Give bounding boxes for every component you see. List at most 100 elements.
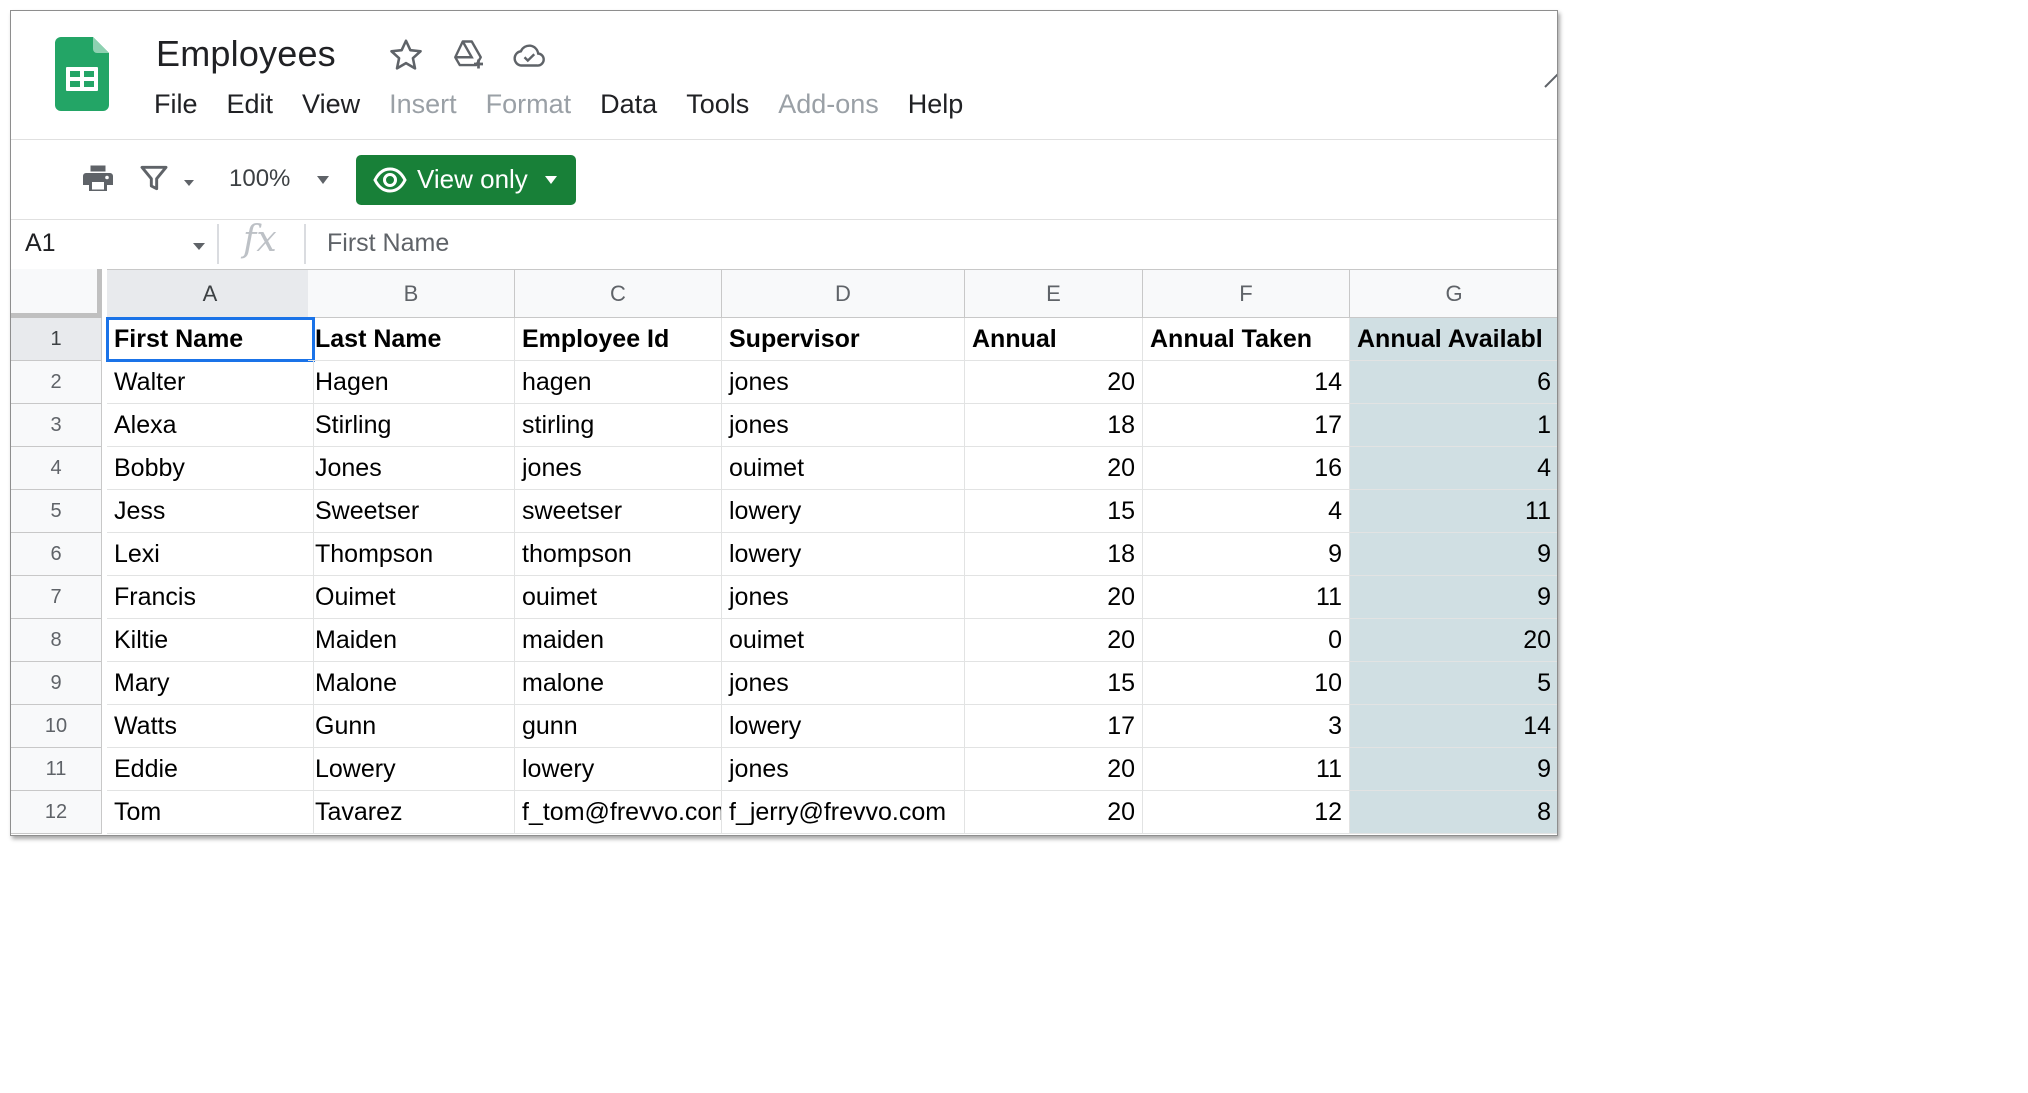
cell-f1[interactable]: Annual Taken: [1143, 318, 1350, 361]
cell-g5[interactable]: 11: [1350, 490, 1557, 533]
column-header-a[interactable]: A: [107, 269, 314, 318]
cell-a11[interactable]: Eddie: [107, 748, 314, 791]
column-header-f[interactable]: F: [1143, 269, 1350, 318]
cell-g9[interactable]: 5: [1350, 662, 1557, 705]
cell-e4[interactable]: 20: [965, 447, 1143, 490]
cell-e12[interactable]: 20: [965, 791, 1143, 834]
cell-e3[interactable]: 18: [965, 404, 1143, 447]
cell-d10[interactable]: lowery: [722, 705, 965, 748]
menu-add-ons[interactable]: Add-ons: [778, 89, 893, 120]
cell-e10[interactable]: 17: [965, 705, 1143, 748]
cell-d4[interactable]: ouimet: [722, 447, 965, 490]
cell-c3[interactable]: stirling: [515, 404, 722, 447]
cell-g6[interactable]: 9: [1350, 533, 1557, 576]
document-title[interactable]: Employees: [156, 33, 336, 75]
row-header-4[interactable]: 4: [11, 447, 102, 490]
cell-c8[interactable]: maiden: [515, 619, 722, 662]
row-header-1[interactable]: 1: [11, 318, 102, 361]
cell-g4[interactable]: 4: [1350, 447, 1557, 490]
cell-g1[interactable]: Annual Availabl: [1350, 318, 1557, 361]
print-icon[interactable]: [79, 161, 117, 197]
cell-a8[interactable]: Kiltie: [107, 619, 314, 662]
menu-format[interactable]: Format: [486, 89, 586, 120]
cell-a12[interactable]: Tom: [107, 791, 314, 834]
column-header-g[interactable]: G: [1350, 269, 1557, 318]
menu-edit[interactable]: Edit: [227, 89, 288, 120]
cell-a10[interactable]: Watts: [107, 705, 314, 748]
cell-a4[interactable]: Bobby: [107, 447, 314, 490]
cell-a1[interactable]: First Name: [106, 317, 315, 362]
menu-view[interactable]: View: [302, 89, 374, 120]
name-box-chevron-down-icon[interactable]: [192, 242, 206, 251]
cell-c4[interactable]: jones: [515, 447, 722, 490]
cell-c6[interactable]: thompson: [515, 533, 722, 576]
cell-f8[interactable]: 0: [1143, 619, 1350, 662]
cloud-status-icon[interactable]: [511, 37, 547, 73]
cell-f10[interactable]: 3: [1143, 705, 1350, 748]
cell-f2[interactable]: 14: [1143, 361, 1350, 404]
cell-a6[interactable]: Lexi: [107, 533, 314, 576]
cell-d11[interactable]: jones: [722, 748, 965, 791]
menu-insert[interactable]: Insert: [389, 89, 471, 120]
cell-a9[interactable]: Mary: [107, 662, 314, 705]
cell-f5[interactable]: 4: [1143, 490, 1350, 533]
cell-b10[interactable]: Gunn: [308, 705, 515, 748]
select-all-corner[interactable]: [11, 269, 102, 318]
cell-g3[interactable]: 1: [1350, 404, 1557, 447]
row-header-7[interactable]: 7: [11, 576, 102, 619]
row-header-11[interactable]: 11: [11, 748, 102, 791]
cell-a7[interactable]: Francis: [107, 576, 314, 619]
cell-d2[interactable]: jones: [722, 361, 965, 404]
filter-dropdown-chevron-down-icon[interactable]: [183, 179, 195, 187]
cell-b2[interactable]: Hagen: [308, 361, 515, 404]
row-header-5[interactable]: 5: [11, 490, 102, 533]
row-header-2[interactable]: 2: [11, 361, 102, 404]
cell-d6[interactable]: lowery: [722, 533, 965, 576]
cell-d8[interactable]: ouimet: [722, 619, 965, 662]
star-icon[interactable]: [388, 37, 424, 73]
cell-g8[interactable]: 20: [1350, 619, 1557, 662]
cell-c12[interactable]: f_tom@frevvo.com: [515, 791, 722, 834]
row-header-12[interactable]: 12: [11, 791, 102, 834]
column-header-d[interactable]: D: [722, 269, 965, 318]
cell-d3[interactable]: jones: [722, 404, 965, 447]
cell-b6[interactable]: Thompson: [308, 533, 515, 576]
row-header-10[interactable]: 10: [11, 705, 102, 748]
cell-d12[interactable]: f_jerry@frevvo.com: [722, 791, 965, 834]
cell-c7[interactable]: ouimet: [515, 576, 722, 619]
cell-f3[interactable]: 17: [1143, 404, 1350, 447]
cell-f4[interactable]: 16: [1143, 447, 1350, 490]
cell-c1[interactable]: Employee Id: [515, 318, 722, 361]
cell-e5[interactable]: 15: [965, 490, 1143, 533]
cell-d5[interactable]: lowery: [722, 490, 965, 533]
cell-c10[interactable]: gunn: [515, 705, 722, 748]
cell-b8[interactable]: Maiden: [308, 619, 515, 662]
zoom-chevron-down-icon[interactable]: [316, 175, 330, 185]
row-header-9[interactable]: 9: [11, 662, 102, 705]
cell-c2[interactable]: hagen: [515, 361, 722, 404]
cell-f11[interactable]: 11: [1143, 748, 1350, 791]
cell-d1[interactable]: Supervisor: [722, 318, 965, 361]
cell-f9[interactable]: 10: [1143, 662, 1350, 705]
row-header-8[interactable]: 8: [11, 619, 102, 662]
menu-data[interactable]: Data: [600, 89, 671, 120]
cell-g2[interactable]: 6: [1350, 361, 1557, 404]
cell-d7[interactable]: jones: [722, 576, 965, 619]
cell-b5[interactable]: Sweetser: [308, 490, 515, 533]
cell-e1[interactable]: Annual: [965, 318, 1143, 361]
filter-icon[interactable]: [137, 162, 171, 194]
cell-g12[interactable]: 8: [1350, 791, 1557, 834]
column-header-b[interactable]: B: [308, 269, 515, 318]
cell-e11[interactable]: 20: [965, 748, 1143, 791]
menu-tools[interactable]: Tools: [686, 89, 763, 120]
cell-a3[interactable]: Alexa: [107, 404, 314, 447]
formula-input[interactable]: First Name: [327, 229, 449, 258]
cell-d9[interactable]: jones: [722, 662, 965, 705]
move-to-drive-icon[interactable]: [450, 37, 486, 73]
cell-c5[interactable]: sweetser: [515, 490, 722, 533]
cell-f12[interactable]: 12: [1143, 791, 1350, 834]
cell-b11[interactable]: Lowery: [308, 748, 515, 791]
collapse-toolbar-icon[interactable]: [1543, 69, 1558, 89]
column-header-c[interactable]: C: [515, 269, 722, 318]
column-header-e[interactable]: E: [965, 269, 1143, 318]
